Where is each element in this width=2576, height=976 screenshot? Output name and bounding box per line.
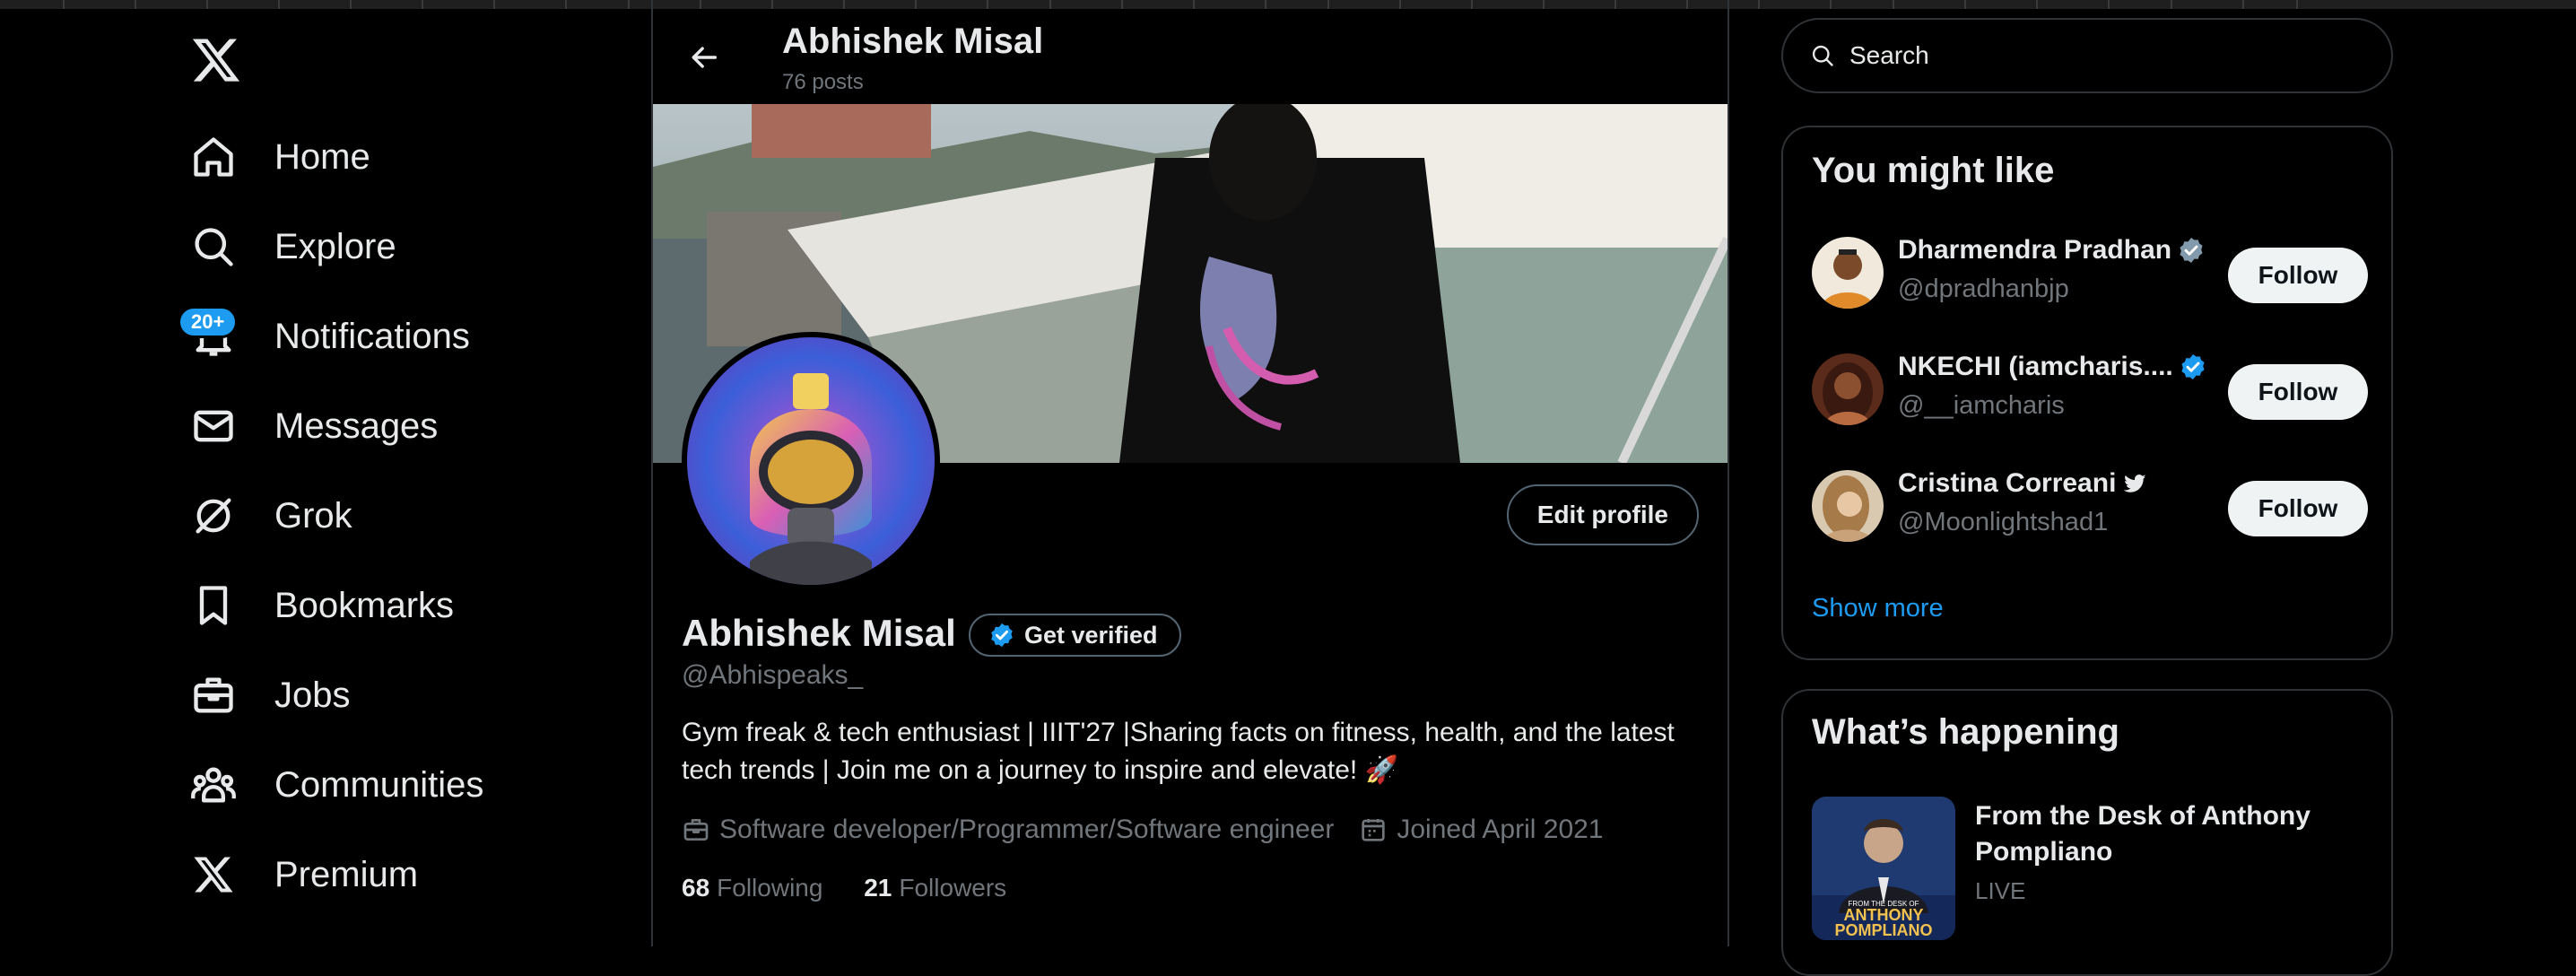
notifications-badge: 20+ [178, 306, 239, 338]
nav-item-premium[interactable]: Premium [190, 843, 418, 906]
nav-item-bookmarks[interactable]: Bookmarks [190, 574, 454, 637]
trend-status: LIVE [1975, 877, 2026, 904]
search-input[interactable] [1848, 40, 2354, 71]
calendar-icon [1362, 819, 1386, 841]
x-premium-icon [190, 851, 237, 898]
profile-meta: Software developer/Programmer/Software e… [682, 815, 1629, 845]
nav-item-home[interactable]: Home [190, 126, 370, 188]
following-label: Following [717, 874, 823, 902]
home-icon [190, 134, 237, 180]
profile-avatar[interactable] [682, 332, 940, 590]
followers-link[interactable]: 21 Followers [864, 874, 1006, 902]
follow-button[interactable]: Follow [2228, 481, 2368, 536]
nav-label-grok: Grok [274, 495, 352, 536]
trend-item[interactable]: FROM THE DESK OF ANTHONY POMPLIANO From … [1812, 797, 2368, 940]
briefcase-icon [683, 819, 709, 841]
suggestion-item[interactable]: NKECHI (iamcharis.... @__iamcharis Follo… [1812, 352, 2368, 432]
suggestion-name: Cristina Correani [1898, 468, 2148, 499]
briefcase-icon [190, 672, 237, 719]
nav-item-notifications[interactable]: 20+ Notifications [178, 305, 470, 368]
suggestion-name: Dharmendra Pradhan [1898, 235, 2206, 266]
profile-bio: Gym freak & tech enthusiast | IIIT'27 |S… [682, 718, 1675, 785]
follow-counts: 68 Following 21 Followers [682, 874, 1040, 902]
nav-item-messages[interactable]: Messages [190, 395, 438, 458]
verified-badge-icon [2180, 238, 2203, 263]
thumb-line2-text: POMPLIANO [1834, 921, 1932, 939]
get-verified-label: Get verified [1024, 621, 1158, 649]
profession-item: Software developer/Programmer/Software e… [682, 815, 1334, 845]
verified-badge-icon [2181, 354, 2205, 379]
avatar[interactable] [1812, 470, 1884, 542]
nav-label-messages: Messages [274, 405, 439, 446]
nav-label-home: Home [274, 136, 370, 177]
who-to-follow-title: You might like [1812, 151, 2055, 190]
nav-label-bookmarks: Bookmarks [274, 585, 455, 625]
grok-icon [190, 492, 237, 539]
profile-handle: @Abhispeaks_ [682, 660, 864, 690]
nav-item-communities[interactable]: Communities [190, 754, 483, 816]
nav-item-grok[interactable]: Grok [190, 484, 352, 547]
mail-icon [190, 403, 237, 449]
trend-title: From the Desk of Anthony Pompliano [1975, 801, 2311, 867]
whats-happening-panel: What’s happening FROM THE DESK OF ANTHON… [1781, 689, 2393, 976]
followers-label: Followers [899, 874, 1007, 902]
twitter-bird-icon [2123, 475, 2146, 492]
nav-label-jobs: Jobs [274, 675, 351, 715]
profile-column: Abhishek Misal 76 posts Edit profile Abh… [651, 0, 1729, 946]
nav-label-explore: Explore [274, 226, 396, 266]
communities-icon [190, 762, 237, 808]
following-count: 68 [682, 874, 710, 902]
get-verified-button[interactable]: Get verified [969, 614, 1181, 657]
search-icon [1812, 45, 1833, 66]
x-logo-icon[interactable] [190, 34, 242, 86]
trend-thumbnail: FROM THE DESK OF ANTHONY POMPLIANO [1812, 797, 1955, 940]
joined-item: Joined April 2021 [1359, 815, 1604, 845]
suggestion-name-text: Dharmendra Pradhan [1898, 235, 2172, 265]
suggestion-name: NKECHI (iamcharis.... [1898, 352, 2207, 382]
suggestion-name-text: NKECHI (iamcharis.... [1898, 352, 2173, 381]
whats-happening-title: What’s happening [1812, 712, 2119, 752]
verified-badge-icon [991, 623, 1013, 648]
search-box[interactable] [1781, 18, 2393, 93]
arrow-left-icon [692, 47, 718, 68]
profession-label: Software developer/Programmer/Software e… [719, 815, 1335, 844]
avatar[interactable] [1812, 237, 1884, 309]
header-title: Abhishek Misal [782, 22, 1044, 61]
follow-button[interactable]: Follow [2228, 364, 2368, 420]
avatar[interactable] [1812, 353, 1884, 425]
show-more-link[interactable]: Show more [1812, 594, 1944, 623]
back-button[interactable] [678, 30, 732, 84]
bell-icon: 20+ [178, 306, 239, 360]
suggestion-handle: @dpradhanbjp [1898, 274, 2069, 303]
follow-button[interactable]: Follow [2228, 248, 2368, 303]
nav-item-jobs[interactable]: Jobs [190, 664, 351, 727]
following-link[interactable]: 68 Following [682, 874, 822, 902]
profile-header: Abhishek Misal 76 posts [653, 9, 1727, 104]
search-icon [190, 223, 237, 270]
profile-name: Abhishek Misal [682, 612, 956, 654]
nav-label-notifications: Notifications [274, 316, 470, 356]
suggestion-handle: @Moonlightshad1 [1898, 508, 2109, 536]
edit-profile-button[interactable]: Edit profile [1506, 484, 1699, 545]
suggestion-item[interactable]: Cristina Correani @Moonlightshad1 Follow [1812, 468, 2368, 549]
who-to-follow-panel: You might like Dharmendra Pradhan @dprad… [1781, 126, 2393, 660]
nav-item-explore[interactable]: Explore [190, 215, 396, 278]
suggestion-name-text: Cristina Correani [1898, 468, 2117, 498]
suggestion-handle: @__iamcharis [1898, 391, 2065, 420]
nav-label-communities: Communities [274, 764, 484, 805]
joined-label: Joined April 2021 [1397, 815, 1604, 844]
header-post-count: 76 posts [782, 70, 864, 94]
nav-label-premium: Premium [274, 854, 419, 894]
followers-count: 21 [864, 874, 892, 902]
suggestion-item[interactable]: Dharmendra Pradhan @dpradhanbjp Follow [1812, 235, 2368, 316]
bookmark-icon [190, 582, 237, 629]
